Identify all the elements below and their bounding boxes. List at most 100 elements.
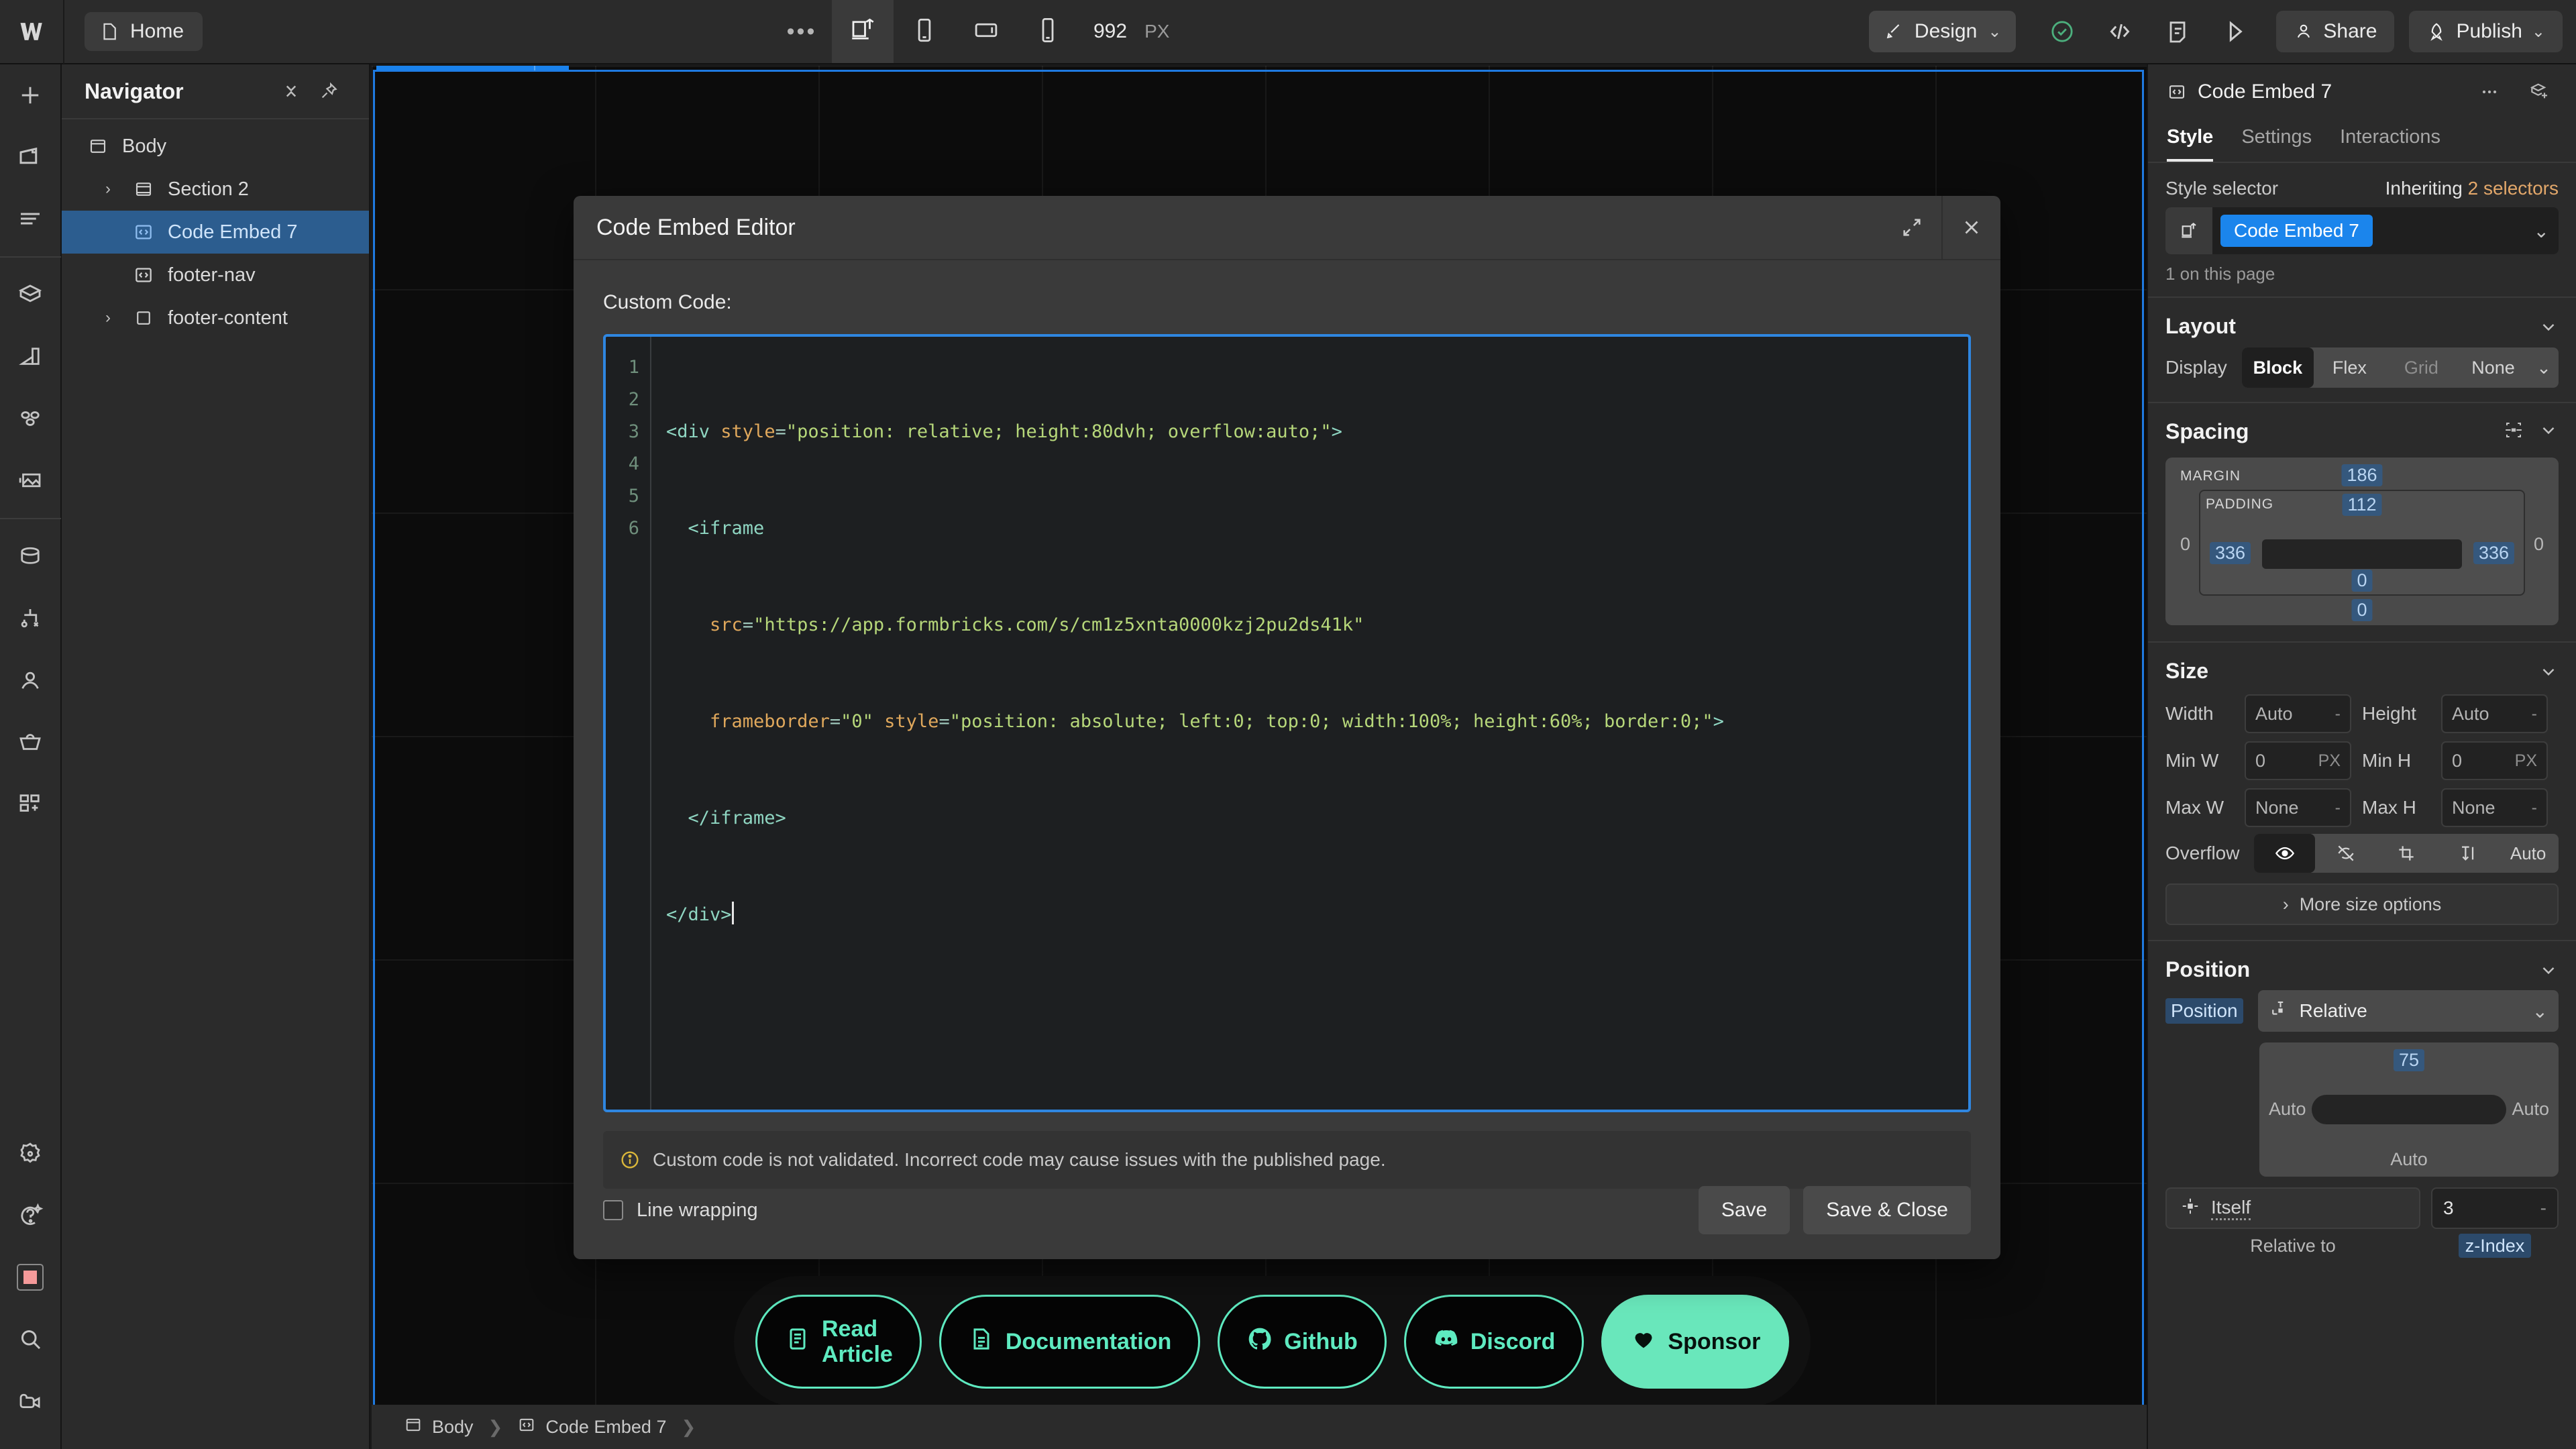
logic-icon[interactable]: [0, 588, 61, 649]
code-icon[interactable]: [2094, 5, 2146, 58]
navigator-item-code-embed-7[interactable]: Code Embed 7: [62, 211, 369, 254]
height-input[interactable]: Auto -: [2441, 694, 2548, 733]
element-badge[interactable]: Code Embed 7: [376, 66, 570, 70]
line-wrapping-checkbox[interactable]: Line wrapping: [603, 1199, 758, 1222]
margin-bottom-value[interactable]: 0: [2351, 599, 2373, 621]
max-width-input[interactable]: None -: [2245, 788, 2351, 827]
tab-style[interactable]: Style: [2167, 119, 2214, 162]
navigator-item-section-2[interactable]: › Section 2: [62, 168, 369, 211]
chevron-right-icon[interactable]: ›: [97, 180, 119, 199]
expand-icon[interactable]: [1882, 196, 1941, 259]
overflow-segmented-control[interactable]: Auto: [2254, 834, 2559, 873]
create-component-icon[interactable]: [2520, 81, 2559, 103]
chevron-right-icon[interactable]: ›: [97, 309, 119, 327]
collapse-icon[interactable]: [272, 81, 310, 101]
cms-icon[interactable]: [0, 526, 61, 588]
mobile-portrait-breakpoint-button[interactable]: [1017, 0, 1079, 63]
save-and-close-button[interactable]: Save & Close: [1803, 1186, 1971, 1234]
github-button[interactable]: Github: [1218, 1295, 1387, 1389]
more-size-options-button[interactable]: › More size options: [2165, 883, 2559, 925]
chevron-down-icon[interactable]: [2538, 317, 2559, 337]
help-ai-icon[interactable]: [0, 1185, 61, 1246]
display-option-block[interactable]: Block: [2241, 347, 2314, 388]
offset-top-value[interactable]: 75: [2393, 1049, 2425, 1071]
add-elements-icon[interactable]: [0, 64, 61, 126]
max-height-input[interactable]: None -: [2441, 788, 2548, 827]
tag-icon[interactable]: [2165, 207, 2212, 254]
margin-top-value[interactable]: 186: [2341, 464, 2383, 486]
chevron-down-icon[interactable]: [2538, 960, 2559, 980]
layout-header[interactable]: Layout: [2165, 298, 2559, 345]
webflow-logo-icon[interactable]: [0, 0, 64, 64]
style-manager-icon[interactable]: [0, 388, 61, 449]
chevron-down-icon[interactable]: ⌄: [2529, 358, 2559, 378]
relative-to-select[interactable]: Itself: [2165, 1187, 2420, 1229]
width-input[interactable]: Auto -: [2245, 694, 2351, 733]
style-selector-input[interactable]: Code Embed 7 ⌄: [2165, 207, 2559, 254]
display-option-flex[interactable]: Flex: [2314, 347, 2385, 388]
read-article-button[interactable]: Read Article: [755, 1295, 922, 1389]
chevron-down-icon[interactable]: ⌄: [2534, 220, 2549, 242]
style-selector-tag[interactable]: Code Embed 7: [2220, 215, 2373, 247]
spacing-header[interactable]: Spacing: [2165, 403, 2559, 451]
margin-left-value[interactable]: 0: [2175, 533, 2196, 555]
notes-icon[interactable]: [2151, 5, 2204, 58]
close-icon[interactable]: [1941, 196, 2000, 259]
display-segmented-control[interactable]: Block Flex Grid None ⌄: [2241, 347, 2559, 388]
margin-right-value[interactable]: 0: [2528, 533, 2549, 555]
save-button[interactable]: Save: [1698, 1186, 1790, 1234]
padding-right-value[interactable]: 336: [2473, 542, 2514, 564]
chevron-down-icon[interactable]: [2538, 661, 2559, 682]
publish-button[interactable]: Publish ⌄: [2409, 11, 2563, 52]
more-icon[interactable]: [2470, 81, 2509, 103]
display-option-grid[interactable]: Grid: [2385, 347, 2457, 388]
chevron-down-icon[interactable]: [2538, 420, 2559, 443]
preview-play-icon[interactable]: [2209, 5, 2261, 58]
padding-top-value[interactable]: 112: [2342, 494, 2382, 516]
page-chip[interactable]: Home: [85, 12, 203, 51]
checkbox-box[interactable]: [603, 1200, 623, 1220]
apps-icon[interactable]: [0, 773, 61, 835]
video-tutorials-icon[interactable]: [0, 1370, 61, 1432]
overflow-clip-icon[interactable]: [2376, 834, 2437, 873]
tab-interactions[interactable]: Interactions: [2340, 119, 2440, 162]
position-header[interactable]: Position: [2165, 941, 2559, 989]
offset-left-value[interactable]: Auto: [2269, 1099, 2306, 1120]
spacing-widget[interactable]: MARGIN 186 0 0 0 PADDING 112 336 336 0: [2165, 458, 2559, 625]
display-option-none[interactable]: None: [2457, 347, 2529, 388]
documentation-button[interactable]: Documentation: [938, 1295, 1201, 1389]
components-icon[interactable]: [0, 264, 61, 326]
padding-bottom-value[interactable]: 0: [2351, 570, 2373, 592]
sponsor-button[interactable]: Sponsor: [1601, 1295, 1790, 1389]
discord-button[interactable]: Discord: [1403, 1295, 1585, 1389]
design-mode-button[interactable]: Design ⌄: [1868, 11, 2017, 52]
settings-gear-icon[interactable]: [0, 1123, 61, 1185]
color-swatch-icon[interactable]: [0, 1246, 61, 1308]
offset-bottom-value[interactable]: Auto: [2390, 1149, 2428, 1170]
gear-icon[interactable]: [534, 66, 569, 70]
inheriting-count[interactable]: 2 selectors: [2468, 178, 2559, 199]
share-button[interactable]: Share: [2276, 11, 2395, 52]
navigator-item-footer-content[interactable]: › footer-content: [62, 297, 369, 339]
padding-left-value[interactable]: 336: [2210, 542, 2251, 564]
assets-icon[interactable]: [0, 449, 61, 511]
users-icon[interactable]: [0, 649, 61, 711]
overflow-scroll-icon[interactable]: [2437, 834, 2498, 873]
more-breakpoints-button[interactable]: •••: [771, 0, 832, 63]
overflow-auto-option[interactable]: Auto: [2498, 834, 2559, 873]
variables-icon[interactable]: [0, 326, 61, 388]
base-breakpoint-button[interactable]: [832, 0, 894, 63]
overflow-hidden-icon[interactable]: [2315, 834, 2376, 873]
code-text-area[interactable]: <div style="position: relative; height:8…: [651, 337, 1968, 1110]
z-index-input[interactable]: 3 -: [2431, 1187, 2559, 1229]
overflow-visible-icon[interactable]: [2254, 834, 2316, 873]
chevron-down-icon[interactable]: ⌄: [2532, 1000, 2548, 1022]
size-header[interactable]: Size: [2165, 643, 2559, 690]
navigator-item-body[interactable]: Body: [62, 125, 369, 168]
position-select[interactable]: Relative ⌄: [2257, 990, 2559, 1032]
ecommerce-icon[interactable]: [0, 711, 61, 773]
pages-icon[interactable]: [0, 126, 61, 188]
breadcrumb-code-embed-7[interactable]: Code Embed 7: [502, 1415, 681, 1439]
pin-icon[interactable]: [310, 81, 347, 101]
min-width-input[interactable]: 0 PX: [2245, 741, 2351, 780]
